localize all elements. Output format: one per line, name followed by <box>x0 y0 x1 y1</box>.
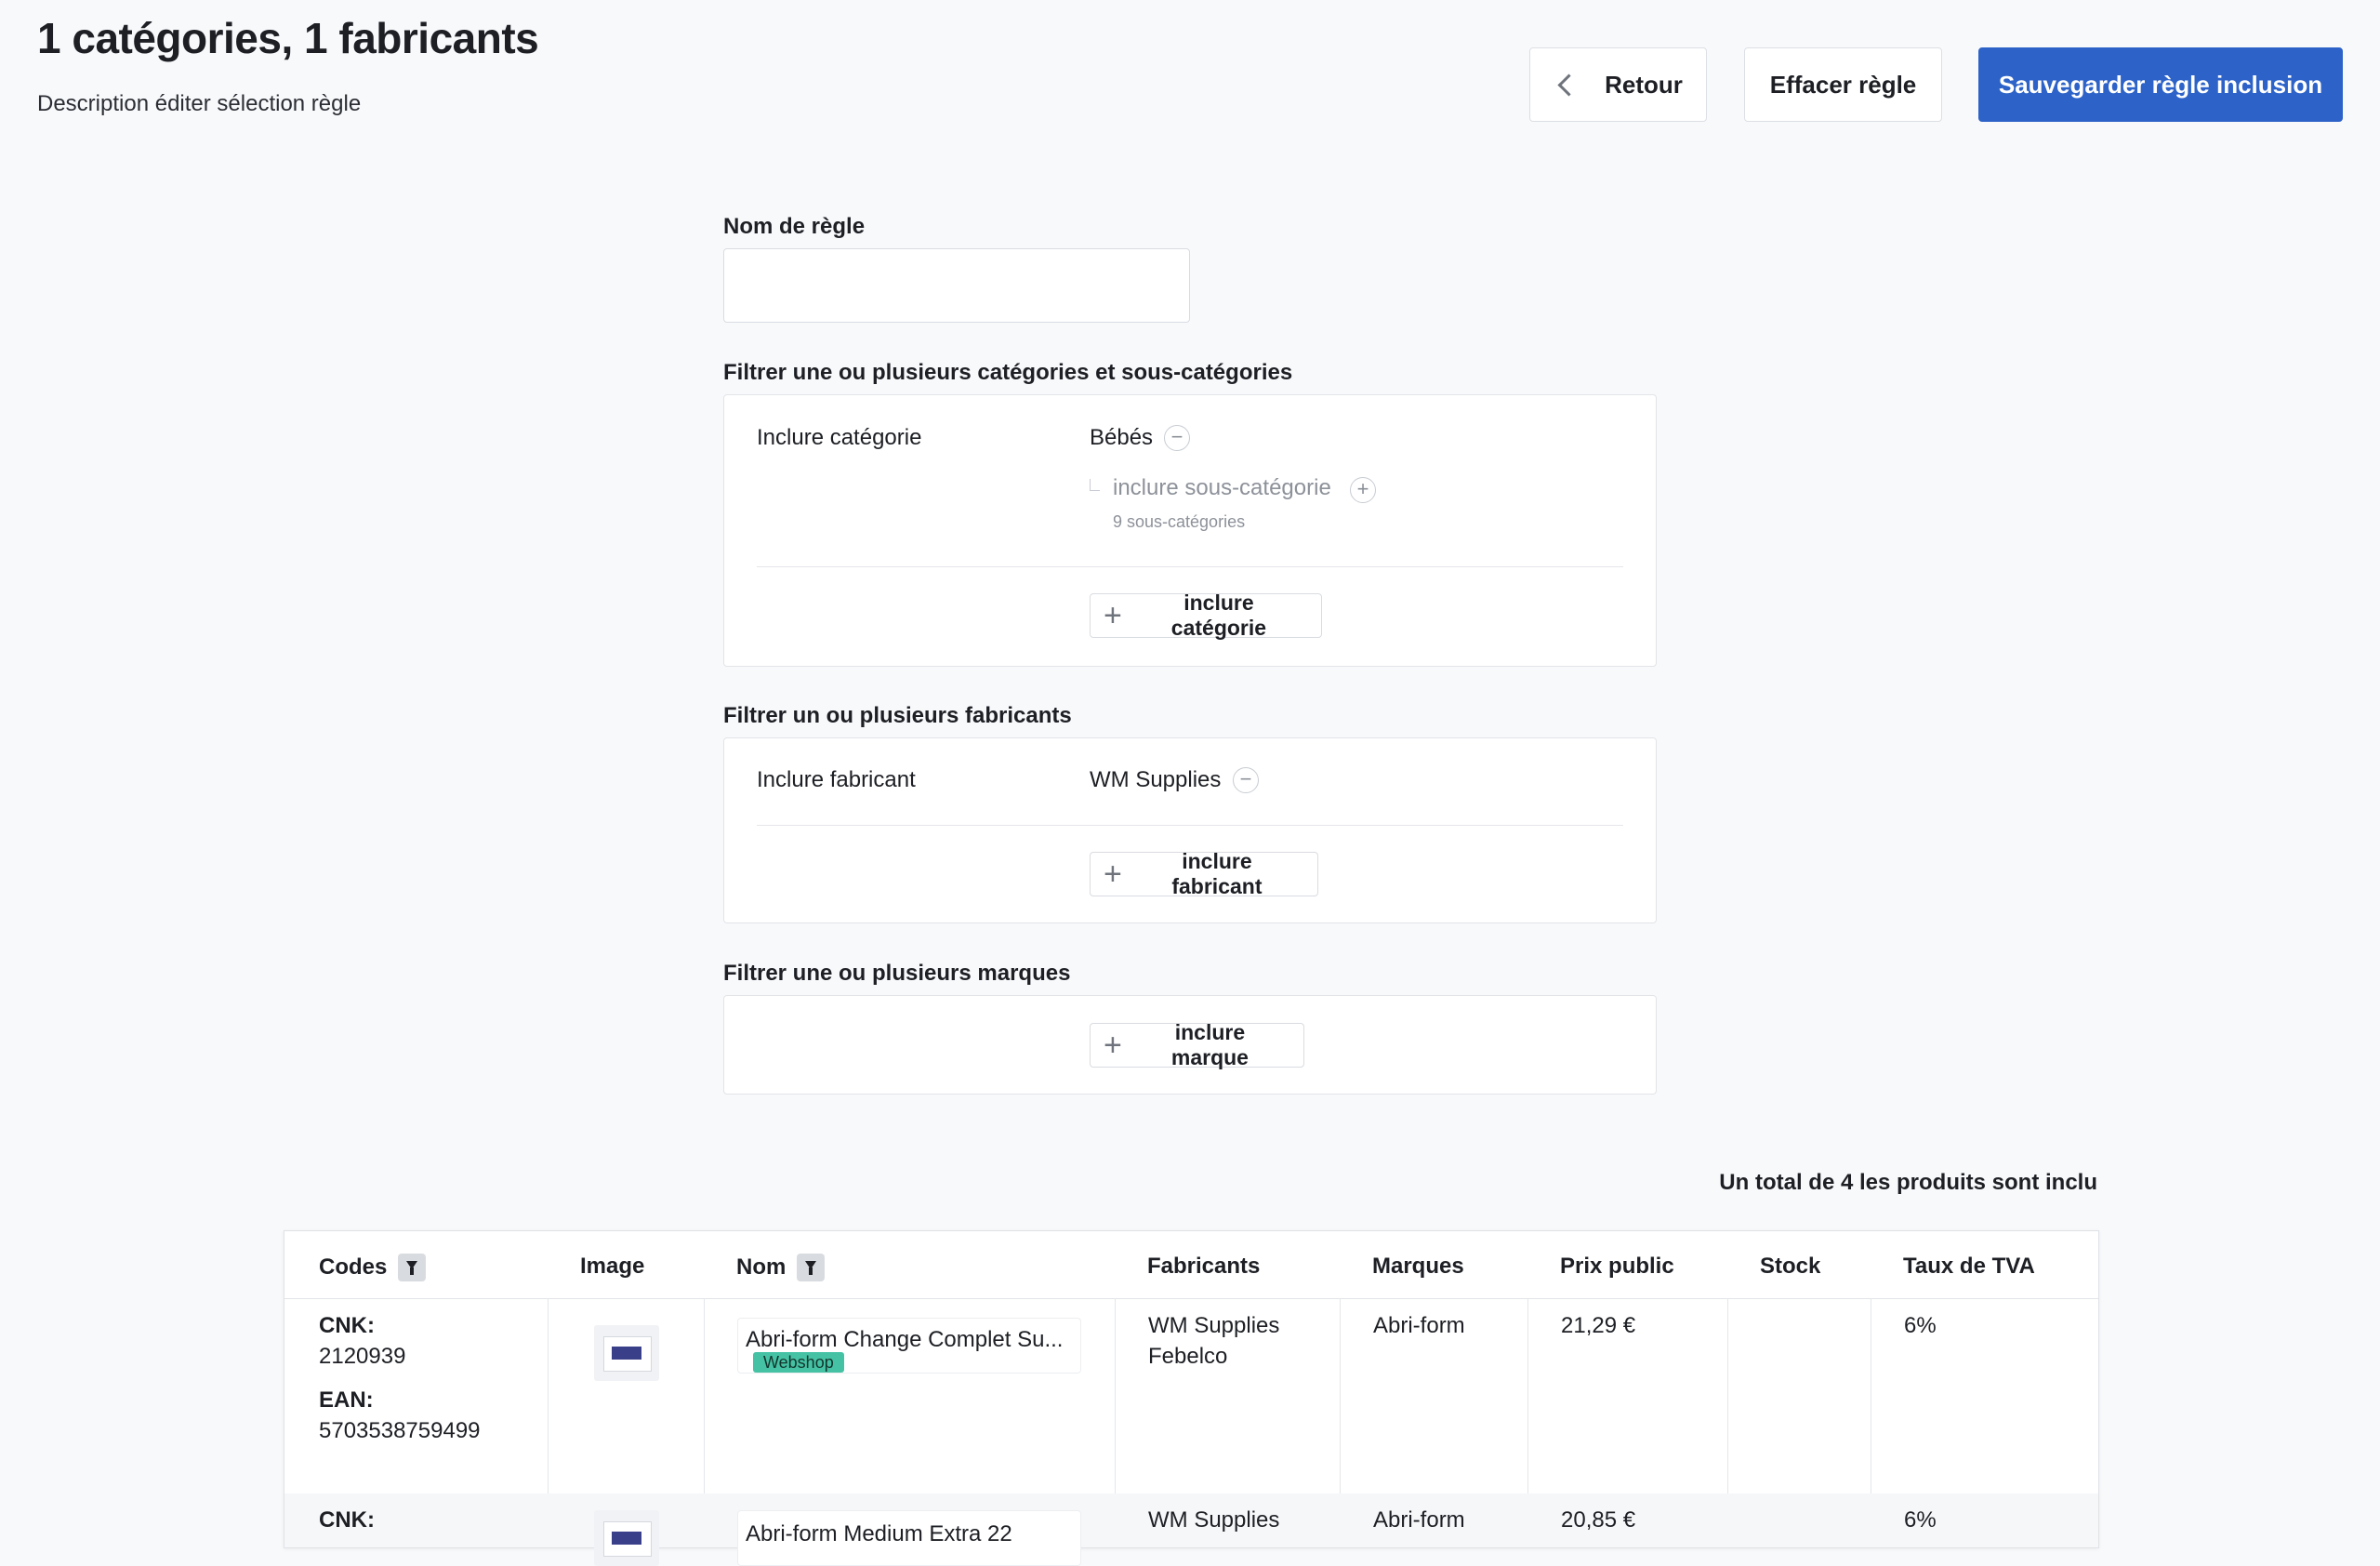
cnk-label: CNK: <box>319 1313 375 1338</box>
product-name-box[interactable]: Abri-form Change Complet Su... Webshop <box>737 1318 1081 1374</box>
subcategory-placeholder[interactable]: inclure sous-catégorie <box>1113 475 1331 501</box>
table-header: Codes Image Nom Fabricants Marques Prix … <box>284 1231 2098 1299</box>
include-brand-label: inclure marque <box>1170 1020 1249 1069</box>
cnk-value: 2120939 <box>319 1344 406 1369</box>
manufacturer-name: Febelco <box>1148 1344 1228 1369</box>
plus-icon: + <box>1104 1028 1122 1063</box>
include-category-label: Inclure catégorie <box>757 425 922 450</box>
include-category-label: inclure catégorie <box>1170 591 1267 640</box>
column-vat: Taux de TVA <box>1903 1254 2035 1279</box>
price-cell: 21,29 € <box>1561 1313 1636 1338</box>
divider <box>757 566 1623 567</box>
webshop-badge: Webshop <box>753 1352 844 1373</box>
column-manufacturers: Fabricants <box>1147 1254 1261 1279</box>
brand-cell: Abri-form <box>1373 1507 1465 1533</box>
subcategory-count: 9 sous-catégories <box>1113 512 1246 531</box>
page-title: 1 catégories, 1 fabricants <box>37 14 539 62</box>
page-description: Description éditer sélection règle <box>37 91 362 116</box>
tree-connector-icon <box>1090 479 1100 491</box>
column-brands: Marques <box>1372 1254 1464 1279</box>
manufacturer-name: WM Supplies <box>1148 1507 1280 1533</box>
column-name-label: Nom <box>736 1254 787 1280</box>
cnk-label: CNK: <box>319 1507 375 1533</box>
back-button-label: Retour <box>1605 70 1683 99</box>
remove-category-icon[interactable]: − <box>1164 425 1190 451</box>
selected-category: Bébés <box>1090 425 1154 450</box>
vat-cell: 6% <box>1904 1313 1937 1338</box>
brand-cell: Abri-form <box>1373 1313 1465 1338</box>
add-subcategory-icon[interactable]: + <box>1350 477 1376 503</box>
categories-section-label: Filtrer une ou plusieurs catégories et s… <box>723 360 1293 385</box>
include-brand-button[interactable]: + inclure marque <box>1090 1020 1304 1069</box>
categories-card: Inclure catégorie Bébés − inclure sous-c… <box>723 394 1657 667</box>
selected-manufacturer: WM Supplies <box>1090 767 1222 792</box>
rule-name-label: Nom de règle <box>723 214 866 239</box>
save-rule-label: Sauvegarder règle inclusion <box>1998 70 2323 99</box>
include-category-button[interactable]: + inclure catégorie <box>1090 591 1322 640</box>
ean-value: 5703538759499 <box>319 1418 481 1443</box>
product-image <box>594 1510 659 1566</box>
ean-label: EAN: <box>319 1387 374 1413</box>
manufacturer-name: WM Supplies <box>1148 1313 1280 1338</box>
clear-rule-button[interactable]: Effacer règle <box>1744 47 1942 122</box>
remove-manufacturer-icon[interactable]: − <box>1233 767 1259 793</box>
clear-rule-label: Effacer règle <box>1769 70 1917 99</box>
divider <box>757 825 1623 826</box>
products-table: Codes Image Nom Fabricants Marques Prix … <box>284 1230 2099 1566</box>
back-button[interactable]: Retour <box>1529 47 1707 122</box>
codes-cell: CNK: 2120939 EAN: 5703538759499 <box>319 1310 481 1446</box>
plus-icon: + <box>1104 598 1122 633</box>
column-image: Image <box>580 1254 645 1279</box>
table-row[interactable]: CNK: 2120939 EAN: 5703538759499 Abri-for… <box>284 1299 2098 1493</box>
chevron-left-icon <box>1557 73 1580 97</box>
vat-cell: 6% <box>1904 1507 1937 1533</box>
manufacturers-section-label: Filtrer un ou plusieurs fabricants <box>723 703 1072 728</box>
column-stock: Stock <box>1760 1254 1821 1279</box>
include-manufacturer-label: inclure fabricant <box>1171 849 1263 898</box>
product-name: Abri-form Change Complet Su... <box>746 1327 1064 1352</box>
products-total-text: Un total de 4 les produits sont inclu <box>1719 1170 2097 1195</box>
product-name: Abri-form Medium Extra 22 <box>746 1521 1012 1546</box>
save-rule-button[interactable]: Sauvegarder règle inclusion <box>1978 47 2343 122</box>
column-codes-label: Codes <box>319 1254 388 1280</box>
column-price: Prix public <box>1560 1254 1674 1279</box>
manufacturers-cell: WM Supplies Febelco <box>1148 1310 1279 1372</box>
price-cell: 20,85 € <box>1561 1507 1636 1533</box>
brands-section-label: Filtrer une ou plusieurs marques <box>723 961 1071 986</box>
brands-card: + inclure marque <box>723 995 1657 1095</box>
product-name-box[interactable]: Abri-form Medium Extra 22 <box>737 1510 1081 1566</box>
codes-cell: CNK: <box>319 1505 375 1535</box>
plus-icon: + <box>1104 856 1122 892</box>
rule-name-input[interactable] <box>723 248 1190 323</box>
column-name: Nom <box>736 1254 826 1281</box>
product-image <box>594 1325 659 1381</box>
manufacturers-card: Inclure fabricant WM Supplies − + inclur… <box>723 737 1657 923</box>
include-manufacturer-label: Inclure fabricant <box>757 767 916 792</box>
column-codes: Codes <box>319 1254 427 1281</box>
include-manufacturer-button[interactable]: + inclure fabricant <box>1090 849 1318 898</box>
table-row[interactable]: CNK: Abri-form Medium Extra 22 WM Suppli… <box>284 1493 2098 1566</box>
filter-icon[interactable] <box>398 1254 427 1281</box>
filter-icon[interactable] <box>797 1254 826 1281</box>
